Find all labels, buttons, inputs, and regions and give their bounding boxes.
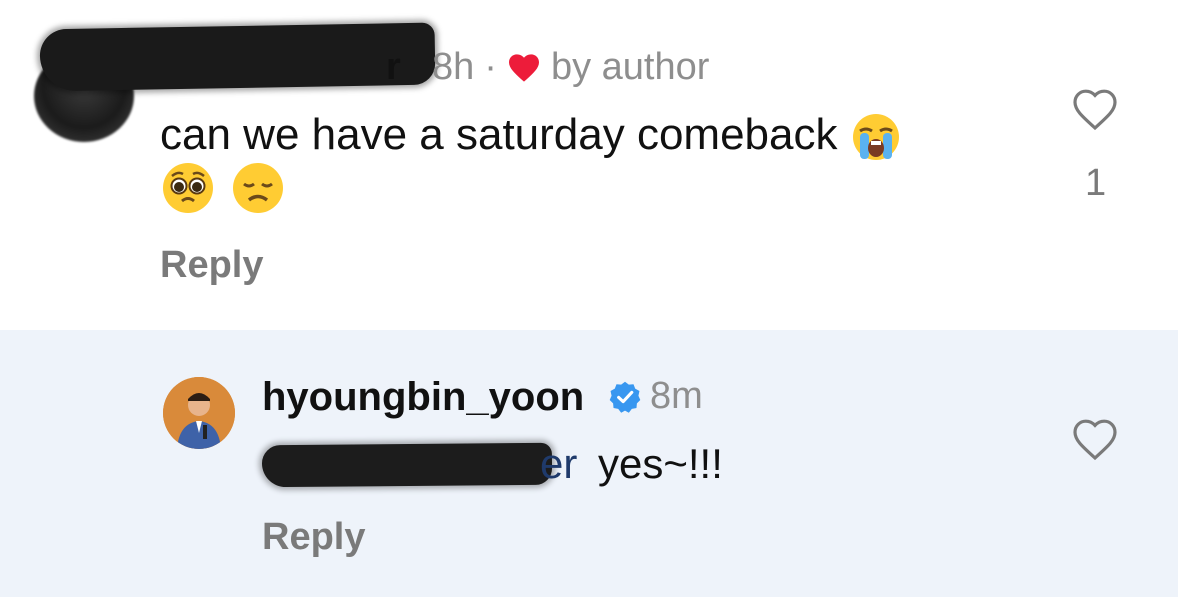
- comment-emoji-row: [160, 160, 286, 216]
- liked-by-author-label: by author: [550, 46, 710, 88]
- reply-avatar[interactable]: [163, 377, 235, 449]
- pleading-face-icon: [163, 163, 213, 213]
- reply-like-heart-icon[interactable]: [1071, 418, 1119, 462]
- meta-separator: ·: [484, 46, 497, 88]
- verified-badge-icon: [609, 381, 641, 413]
- comment-reply-button[interactable]: Reply: [160, 244, 263, 287]
- comment-text-content: can we have a saturday comeback: [160, 110, 838, 159]
- comment-text: can we have a saturday comeback: [160, 110, 902, 163]
- reply-username[interactable]: hyoungbin_yoon: [262, 375, 584, 420]
- username-visible-tail[interactable]: r: [386, 46, 401, 89]
- mention-visible-tail[interactable]: er: [540, 440, 577, 488]
- reply-thread: [0, 330, 1178, 597]
- author-heart-icon: [508, 53, 539, 82]
- comment-meta: 8h · by author: [432, 46, 709, 89]
- reply-text: yes~!!!: [598, 440, 723, 487]
- mention-redaction: [261, 442, 553, 488]
- loudly-crying-face-icon: [852, 114, 899, 161]
- like-count: 1: [1085, 162, 1107, 204]
- username-redaction: [39, 22, 436, 92]
- like-heart-icon[interactable]: [1071, 88, 1119, 132]
- disappointed-face-icon: [233, 163, 283, 213]
- profile-photo-icon: [163, 377, 235, 449]
- reply-reply-button[interactable]: Reply: [262, 516, 365, 559]
- comment-time: 8h: [432, 46, 475, 88]
- reply-time: 8m: [650, 375, 703, 417]
